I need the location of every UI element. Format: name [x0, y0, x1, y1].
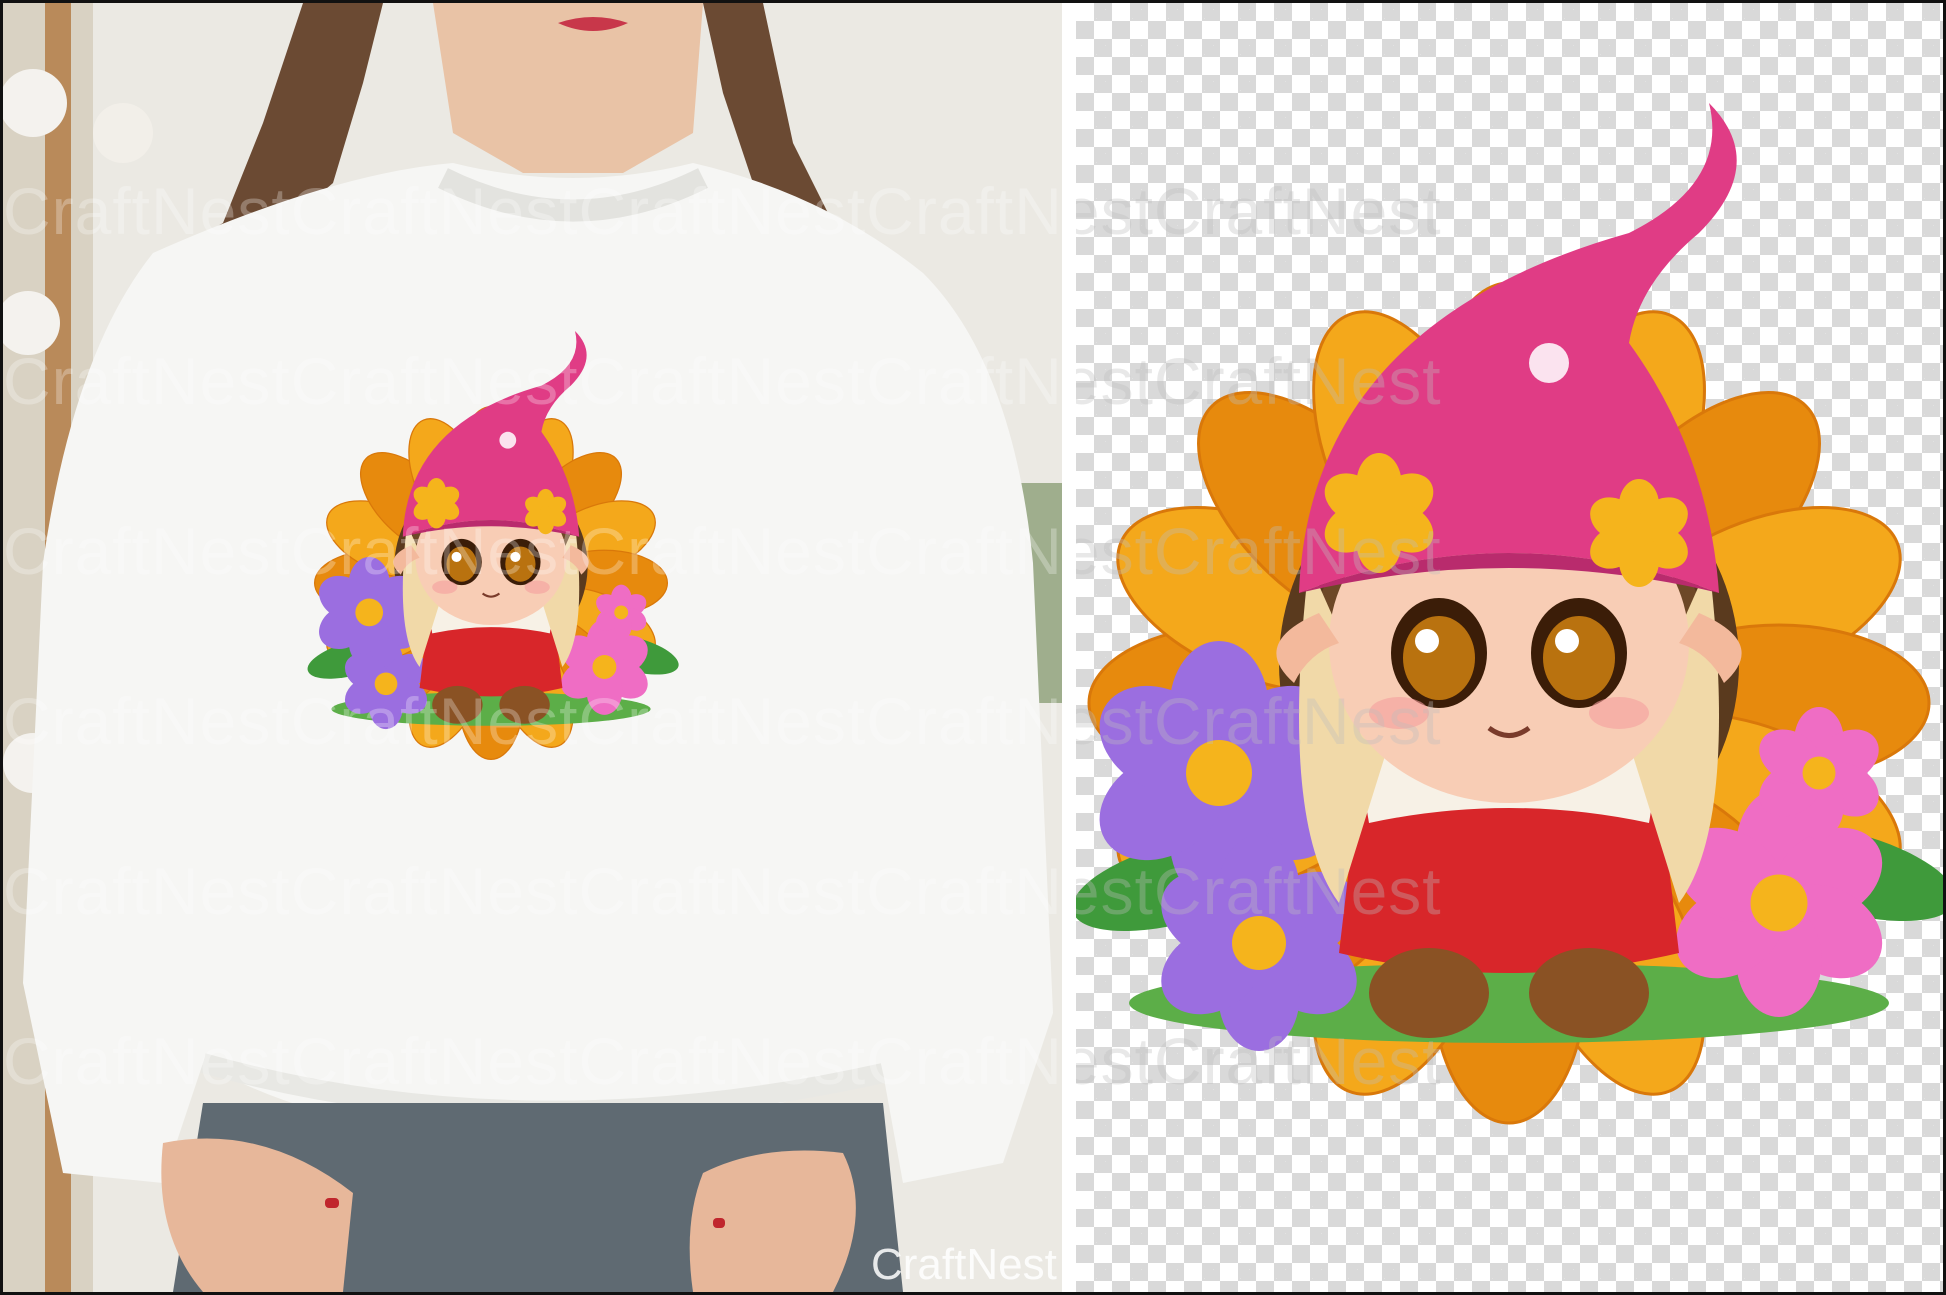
- mockup-photo-panel: CraftNestCraftNestCraftNestCraftNestCraf…: [3, 3, 1062, 1292]
- image-frame: CraftNestCraftNestCraftNestCraftNestCraf…: [0, 0, 1946, 1295]
- corner-watermark: CraftNest: [871, 1240, 1057, 1289]
- transparent-design-panel: CraftNestCraftNestCraftNestCraftNestCraf…: [1076, 3, 1943, 1292]
- panel-divider: [1062, 3, 1076, 1292]
- gnome-sunflower-design: [1076, 103, 1943, 1125]
- mockup-photo: [3, 3, 1062, 1292]
